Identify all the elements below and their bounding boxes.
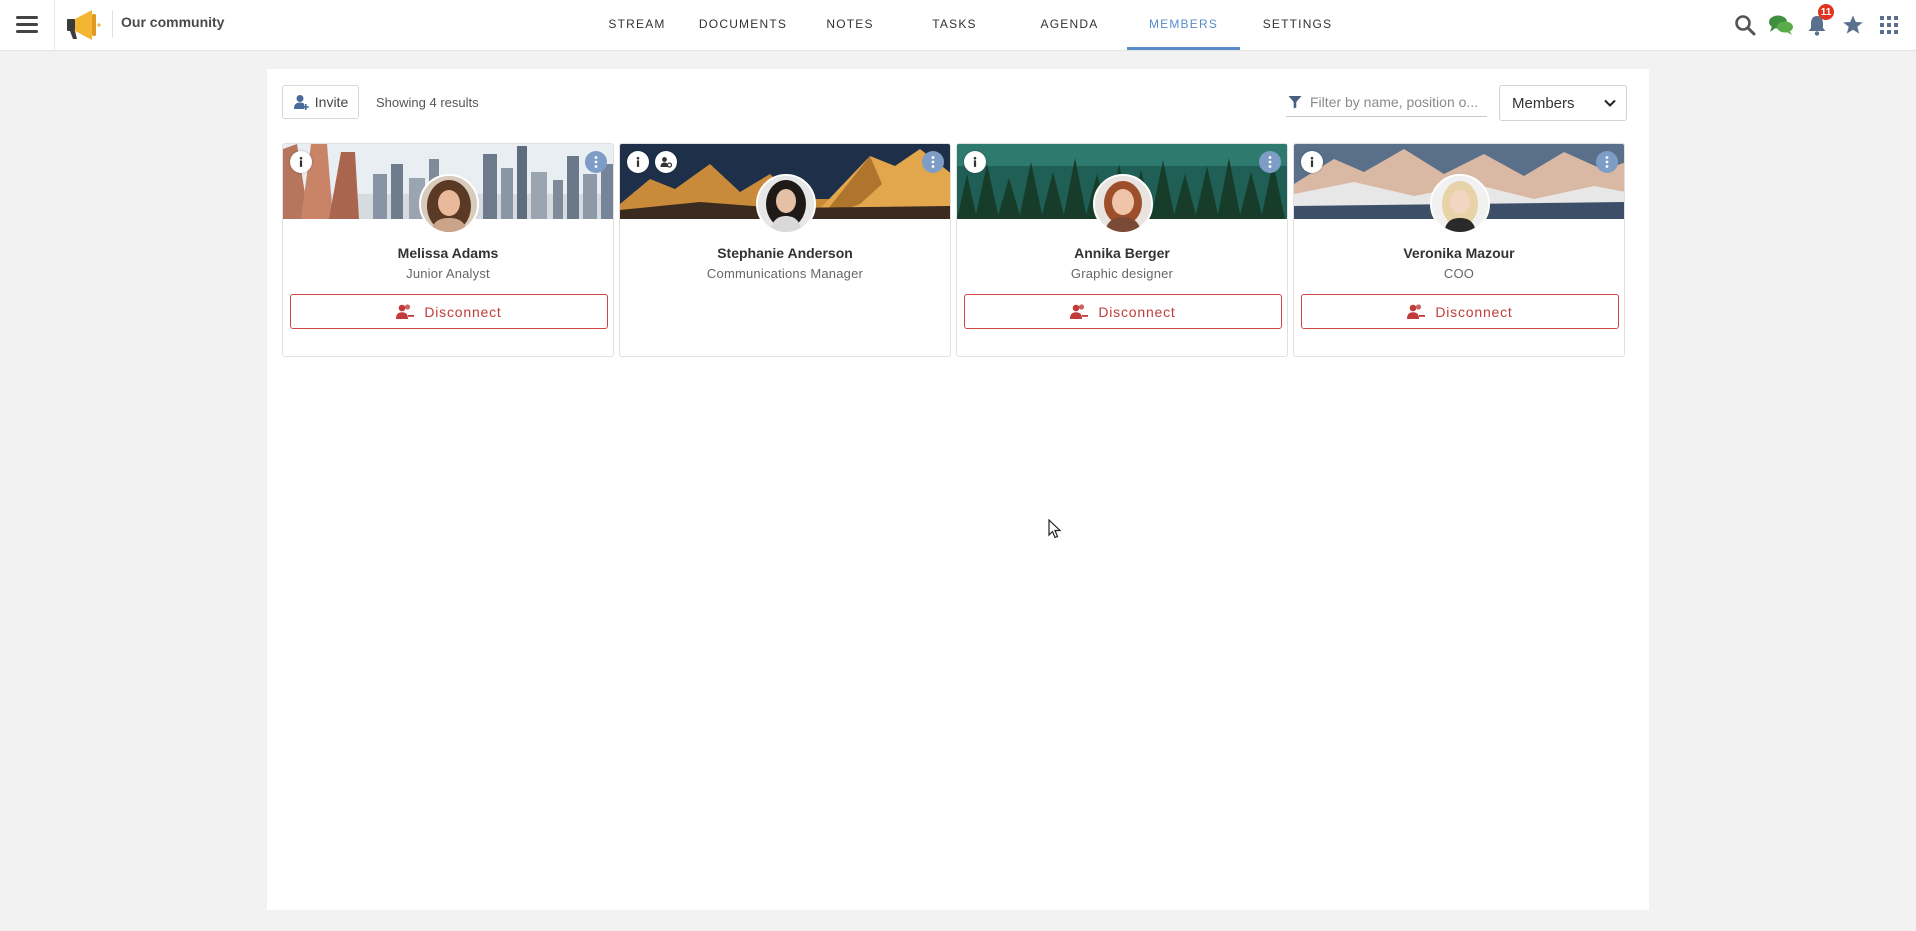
avatar-image <box>1432 176 1488 232</box>
member-card: Melissa Adams Junior Analyst Disconnect <box>282 143 614 357</box>
info-button[interactable] <box>1301 151 1323 173</box>
chevron-down-icon <box>1604 99 1616 107</box>
invite-button[interactable]: Invite <box>282 85 359 119</box>
avatar[interactable] <box>1093 174 1153 234</box>
filter-input[interactable] <box>1308 92 1487 111</box>
member-card: Veronika Mazour COO Disconnect <box>1293 143 1625 357</box>
tab-members[interactable]: MEMBERS <box>1127 0 1240 50</box>
mouse-cursor-icon <box>1048 519 1062 539</box>
more-vertical-icon <box>1268 156 1272 168</box>
menu-button[interactable] <box>0 0 55 50</box>
remove-user-icon <box>1407 303 1426 319</box>
disconnect-button[interactable]: Disconnect <box>1301 294 1619 329</box>
tab-agenda[interactable]: AGENDA <box>1012 0 1127 50</box>
card-menu-button[interactable] <box>585 151 607 173</box>
member-position: Graphic designer <box>1070 266 1174 281</box>
chat-icon <box>1769 15 1793 35</box>
avatar[interactable] <box>1430 174 1490 234</box>
info-icon <box>973 156 977 167</box>
chat-button[interactable] <box>1768 12 1794 38</box>
member-name[interactable]: Melissa Adams <box>283 245 613 261</box>
more-vertical-icon <box>1605 156 1609 168</box>
disconnect-button[interactable]: Disconnect <box>964 294 1282 329</box>
role-select-value: Members <box>1512 94 1575 112</box>
member-name[interactable]: Veronika Mazour <box>1294 245 1624 261</box>
tab-documents[interactable]: DOCUMENTS <box>683 0 803 50</box>
member-card: Stephanie Anderson Communications Manage… <box>619 143 951 357</box>
disconnect-button[interactable]: Disconnect <box>290 294 608 329</box>
remove-user-icon <box>1070 303 1089 319</box>
member-name[interactable]: Stephanie Anderson <box>620 245 950 261</box>
avatar-image <box>758 176 814 232</box>
search-button[interactable] <box>1732 12 1758 38</box>
invite-label: Invite <box>314 94 349 110</box>
avatar[interactable] <box>756 174 816 234</box>
members-panel: Invite Showing 4 results Members <box>267 69 1649 910</box>
member-position: COO <box>1443 266 1475 281</box>
favorites-button[interactable] <box>1840 12 1866 38</box>
member-position: Junior Analyst <box>406 266 490 281</box>
space-name[interactable]: Our community <box>121 14 224 30</box>
info-button[interactable] <box>964 151 986 173</box>
filter-icon <box>1288 95 1302 108</box>
info-button[interactable] <box>627 151 649 173</box>
tab-notes[interactable]: NOTES <box>803 0 897 50</box>
more-vertical-icon <box>594 156 598 168</box>
card-menu-button[interactable] <box>922 151 944 173</box>
avatar-image <box>1095 176 1151 232</box>
top-bar: Our community STREAM DOCUMENTS NOTES TAS… <box>0 0 1916 51</box>
member-name[interactable]: Annika Berger <box>957 245 1287 261</box>
tab-tasks[interactable]: TASKS <box>897 0 1012 50</box>
header-tools: 11 <box>1732 0 1902 50</box>
member-filter <box>1286 87 1487 117</box>
add-user-icon <box>293 95 309 110</box>
star-icon <box>1843 15 1863 34</box>
notifications-button[interactable]: 11 <box>1804 4 1834 38</box>
results-count: Showing 4 results <box>376 95 479 110</box>
member-card: Annika Berger Graphic designer Disconnec… <box>956 143 1288 357</box>
logo-divider <box>112 10 113 38</box>
avatar-image <box>421 176 477 232</box>
megaphone-icon[interactable] <box>64 6 102 44</box>
disconnect-label: Disconnect <box>424 303 502 320</box>
member-cards: Melissa Adams Junior Analyst Disconnect <box>282 143 1625 357</box>
tab-stream[interactable]: STREAM <box>591 0 683 50</box>
tab-settings[interactable]: SETTINGS <box>1240 0 1355 50</box>
disconnect-label: Disconnect <box>1098 303 1176 320</box>
space-tabs: STREAM DOCUMENTS NOTES TASKS AGENDA MEMB… <box>591 0 1355 50</box>
notifications-badge: 11 <box>1818 4 1834 20</box>
hamburger-icon <box>16 16 38 34</box>
avatar[interactable] <box>419 174 479 234</box>
info-icon <box>1310 156 1314 167</box>
disconnect-label: Disconnect <box>1435 303 1513 320</box>
manager-button[interactable] <box>655 151 677 173</box>
info-icon <box>636 156 640 167</box>
role-select[interactable]: Members <box>1499 85 1627 121</box>
remove-user-icon <box>396 303 415 319</box>
info-button[interactable] <box>290 151 312 173</box>
info-icon <box>299 156 303 167</box>
member-position: Communications Manager <box>706 266 864 281</box>
user-cog-icon <box>660 157 672 168</box>
card-menu-button[interactable] <box>1596 151 1618 173</box>
apps-grid-icon <box>1880 16 1898 34</box>
more-vertical-icon <box>931 156 935 168</box>
search-icon <box>1735 15 1756 36</box>
apps-button[interactable] <box>1876 12 1902 38</box>
card-menu-button[interactable] <box>1259 151 1281 173</box>
